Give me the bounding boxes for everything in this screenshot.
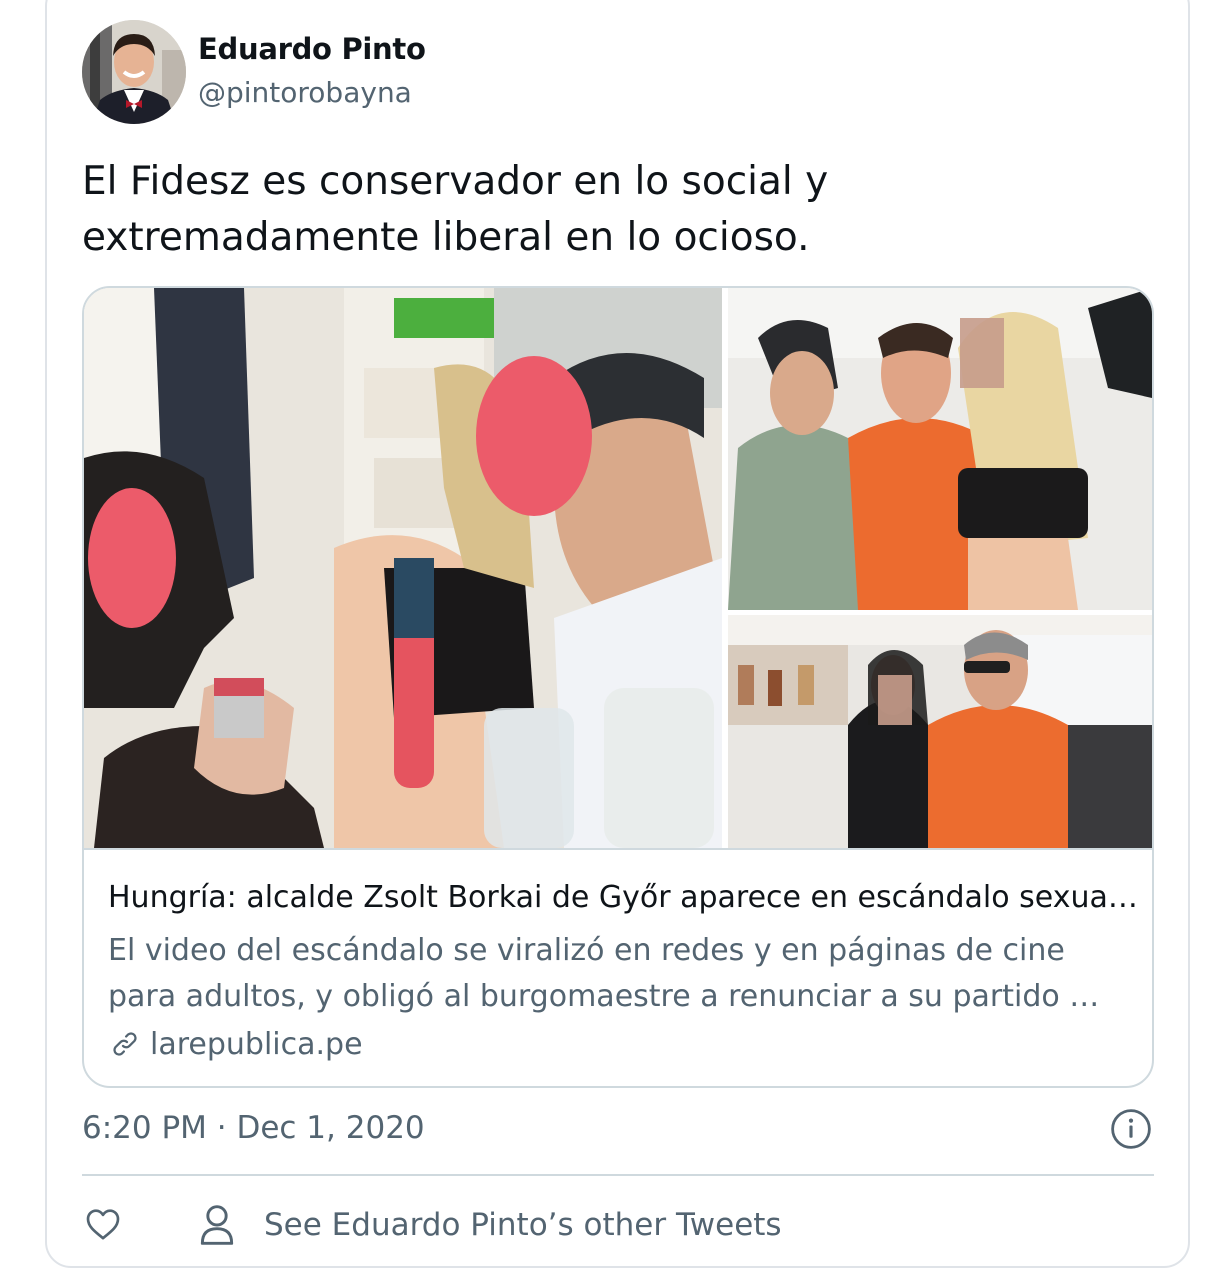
avatar[interactable] [82, 20, 186, 124]
card-photo-top-right [728, 288, 1152, 610]
actions-divider [82, 1174, 1154, 1176]
card-photo-main [84, 288, 722, 848]
avatar-image [82, 20, 186, 124]
see-other-tweets-link[interactable]: See Eduardo Pinto’s other Tweets [198, 1200, 782, 1250]
card-divider [84, 848, 1152, 850]
link-card-title[interactable]: Hungría: alcalde Zsolt Borkai de Győr ap… [108, 878, 1138, 918]
heart-icon[interactable] [82, 1204, 124, 1244]
link-card-description[interactable]: El video del escándalo se viralizó en re… [108, 928, 1138, 1020]
card-photo-bottom-right [728, 615, 1152, 848]
tweet-timestamp[interactable]: 6:20 PM · Dec 1, 2020 [82, 1110, 425, 1146]
link-card-domain: larepublica.pe [150, 1026, 363, 1062]
see-other-tweets-label: See Eduardo Pinto’s other Tweets [264, 1207, 782, 1243]
author-display-name[interactable]: Eduardo Pinto [198, 32, 426, 66]
author-handle[interactable]: @pintorobayna [198, 76, 412, 109]
tweet-text: El Fidesz es conservador en lo social y … [82, 159, 829, 260]
link-preview-card[interactable]: Hungría: alcalde Zsolt Borkai de Győr ap… [82, 286, 1154, 1088]
info-icon[interactable] [1110, 1108, 1152, 1150]
link-card-media[interactable] [84, 288, 1152, 848]
link-card-domain-row[interactable]: larepublica.pe [108, 1024, 363, 1064]
link-icon [113, 1032, 137, 1056]
person-icon [200, 1205, 234, 1245]
